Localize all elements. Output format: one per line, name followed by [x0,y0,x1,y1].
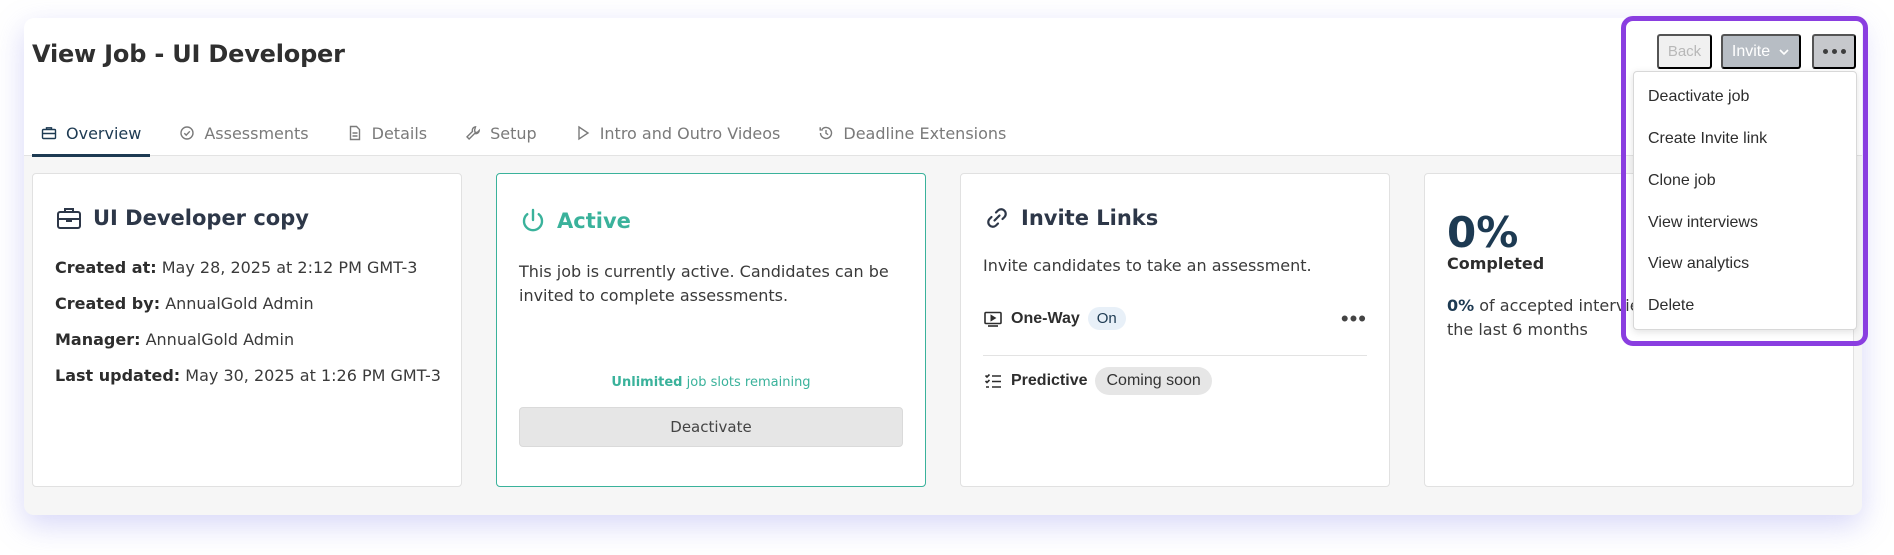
job-card-title: UI Developer copy [55,204,309,232]
status-title: Active [519,207,631,235]
tab-setup[interactable]: Setup [456,110,546,156]
manager: Manager: AnnualGold Admin [55,330,295,349]
invite-button[interactable]: Invite [1721,34,1801,69]
menu-item-view-analytics[interactable]: View analytics [1648,255,1749,273]
tab-label: Details [371,123,428,143]
more-options-menu: Deactivate job Create Invite link Clone … [1633,71,1857,330]
tab-details[interactable]: Details [338,110,436,156]
video-icon [984,311,1002,327]
back-button[interactable]: Back [1657,34,1712,69]
tab-assessments[interactable]: Assessments [170,110,317,156]
created-by: Created by: AnnualGold Admin [55,294,314,313]
job-status-card: Active This job is currently active. Can… [496,173,926,487]
briefcase-icon [57,208,81,229]
check-circle-icon [180,126,195,140]
document-icon [349,125,360,141]
ellipsis-icon [1822,49,1828,54]
history-icon [819,126,833,140]
invite-type-label: One-Way [1011,309,1080,327]
page-header: View Job - UI Developer Overview Assessm… [24,18,1862,157]
completion-percentage: 0% [1447,208,1519,257]
job-slots-remaining: Unlimited job slots remaining [611,375,811,390]
link-icon [987,208,1007,228]
tab-label: Intro and Outro Videos [599,123,781,143]
job-panel: View Job - UI Developer Overview Assessm… [24,18,1862,515]
status-badge: Coming soon [1095,367,1212,395]
play-icon [577,125,589,141]
menu-item-create-invite-link[interactable]: Create Invite link [1648,130,1767,148]
tab-label: Deadline Extensions [843,123,1007,143]
one-way-invite-row: One-Way On [983,307,1367,330]
last-updated: Last updated: May 30, 2025 at 1:26 PM GM… [55,366,441,385]
tab-label: Setup [490,123,537,143]
invite-description: Invite candidates to take an assessment. [983,256,1312,275]
menu-item-view-interviews[interactable]: View interviews [1648,214,1758,232]
tab-deadline-extensions[interactable]: Deadline Extensions [809,110,1015,156]
completion-label: Completed [1447,254,1545,273]
invite-links-title: Invite Links [983,204,1158,232]
invite-links-card: Invite Links Invite candidates to take a… [960,173,1390,487]
deactivate-button[interactable]: Deactivate [519,407,903,447]
status-description: This job is currently active. Candidates… [519,262,889,305]
more-options-button[interactable] [1812,34,1856,69]
page-title: View Job - UI Developer [32,40,345,68]
wrench-icon [466,126,481,140]
menu-item-deactivate-job[interactable]: Deactivate job [1648,88,1749,106]
created-at: Created at: May 28, 2025 at 2:12 PM GMT-… [55,258,418,277]
chevron-down-icon [1779,48,1789,55]
divider [983,355,1367,356]
ellipsis-icon[interactable]: ••• [1341,308,1367,330]
briefcase-icon [41,127,57,140]
status-badge: On [1087,307,1126,330]
job-info-card: UI Developer copy Created at: May 28, 20… [32,173,462,487]
tab-bar: Overview Assessments Details Setup Intro… [32,110,1035,157]
predictive-invite-row: Predictive Coming soon [983,367,1367,395]
tab-label: Overview [66,123,142,143]
menu-item-clone-job[interactable]: Clone job [1648,172,1716,190]
tab-label: Assessments [204,123,309,143]
tab-intro-outro-videos[interactable]: Intro and Outro Videos [566,110,790,156]
power-icon [522,208,544,232]
menu-item-delete[interactable]: Delete [1648,297,1694,315]
checklist-icon [984,373,1001,388]
invite-type-label: Predictive [1011,372,1088,389]
tab-overview[interactable]: Overview [32,110,151,157]
